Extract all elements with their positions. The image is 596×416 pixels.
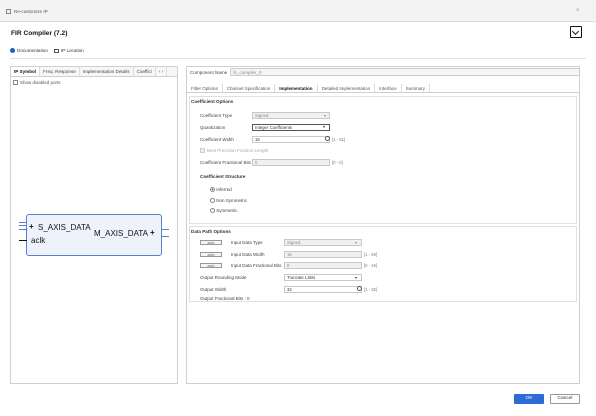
brand-logo bbox=[570, 26, 582, 38]
m-axis-data-port[interactable]: M_AXIS_DATA bbox=[94, 229, 148, 238]
coefficient-width-label: Coefficient Width bbox=[200, 137, 234, 142]
chevron-down-icon: ▾ bbox=[355, 275, 358, 280]
tab-freq-response[interactable]: Freq. Response bbox=[40, 67, 80, 76]
quantization-select[interactable]: Integer Coefficients bbox=[252, 124, 330, 131]
plus-icon: + bbox=[29, 222, 34, 231]
coefficient-type-label: Coefficient Type bbox=[200, 113, 233, 118]
show-disabled-ports-label: Show disabled ports bbox=[20, 80, 61, 85]
output-width-label: Output Width bbox=[200, 287, 227, 292]
input-data-type-label: Input Data Type bbox=[231, 240, 263, 245]
coefficient-fractional-bits-range: [0 - 0] bbox=[332, 160, 343, 165]
structure-option-symmetric[interactable]: Symmetric bbox=[210, 208, 238, 214]
chevron-down-icon: ▾ bbox=[324, 113, 327, 118]
input-data-fractional-bits-input[interactable]: 0 bbox=[284, 262, 362, 269]
bus-icon-out bbox=[162, 229, 169, 237]
s-axis-data-port[interactable]: S_AXIS_DATA bbox=[38, 223, 91, 232]
chevron-down-icon: ▾ bbox=[323, 124, 326, 129]
output-width-range: [1 - 32] bbox=[364, 287, 378, 292]
component-name-label: Component Name bbox=[190, 69, 228, 75]
input-data-width-label: Input Data Width bbox=[231, 252, 265, 257]
coefficient-width-input[interactable]: 16 bbox=[252, 136, 330, 143]
radio-symmetric[interactable] bbox=[210, 208, 215, 214]
window-title: Re-customize IP bbox=[14, 9, 48, 14]
output-fractional-bits-label: Output Fractional Bits : 0 bbox=[200, 296, 250, 301]
info-icon bbox=[10, 48, 15, 53]
tab-channel-specification[interactable]: Channel Specification bbox=[223, 84, 276, 92]
input-data-width-input[interactable]: 16 bbox=[284, 251, 362, 258]
ip-location-link[interactable]: IP Location bbox=[53, 48, 84, 53]
plus-icon-out: + bbox=[150, 228, 155, 237]
output-width-input[interactable]: 32 bbox=[284, 286, 362, 293]
structure-option-inferred[interactable]: Inferred bbox=[210, 187, 232, 193]
tab-scroll-controls[interactable]: ‹ › bbox=[156, 67, 168, 76]
documentation-label: Documentation bbox=[17, 48, 48, 53]
documentation-link[interactable]: Documentation bbox=[10, 48, 48, 53]
tab-interface[interactable]: Interface bbox=[375, 84, 402, 92]
chevron-down-icon: ▾ bbox=[355, 240, 358, 245]
coefficient-type-select[interactable]: Signed bbox=[252, 112, 330, 119]
show-disabled-ports-option[interactable]: Show disabled ports bbox=[13, 80, 175, 85]
component-name-input[interactable]: fir_compiler_0 bbox=[230, 68, 581, 76]
structure-option-label: Symmetric bbox=[216, 208, 238, 213]
window-titlebar bbox=[0, 0, 596, 22]
config-tabs: Filter Options Channel Specification Imp… bbox=[187, 84, 579, 93]
coefficient-structure-title: Coefficient Structure bbox=[200, 174, 246, 179]
tab-summary[interactable]: Summary bbox=[402, 84, 430, 92]
tab-detailed-implementation[interactable]: Detailed Implementation bbox=[318, 84, 376, 92]
input-type-toggle[interactable]: auto bbox=[200, 240, 222, 245]
coefficient-width-range: [1 - 51] bbox=[332, 137, 346, 142]
clk-wire bbox=[19, 240, 27, 241]
data-path-options-title: Data Path Options bbox=[191, 229, 231, 234]
output-rounding-mode-label: Output Rounding Mode bbox=[200, 275, 247, 280]
input-width-toggle[interactable]: auto bbox=[200, 252, 222, 257]
best-precision-checkbox[interactable] bbox=[200, 148, 205, 155]
coefficient-options-title: Coefficient Options bbox=[191, 99, 234, 104]
input-data-width-range: [1 - 49] bbox=[364, 252, 378, 257]
aclk-port[interactable]: aclk bbox=[31, 236, 45, 245]
component-name-row: Component Name fir_compiler_0 bbox=[190, 68, 581, 76]
tab-coefficients[interactable]: Coeffici bbox=[134, 67, 156, 76]
cancel-button[interactable]: Cancel bbox=[550, 394, 580, 404]
app-icon bbox=[6, 9, 11, 14]
bus-lines bbox=[19, 225, 26, 227]
header-links: Documentation IP Location bbox=[10, 48, 84, 53]
folder-icon bbox=[53, 48, 59, 53]
input-frac-toggle[interactable]: auto bbox=[200, 263, 222, 268]
tab-implementation[interactable]: Implementation bbox=[275, 84, 318, 92]
input-data-fractional-bits-label: Input Data Fractional Bits bbox=[231, 263, 282, 268]
structure-option-label: Non Symmetric bbox=[216, 198, 248, 203]
divider bbox=[10, 58, 586, 59]
left-tabs: IP Symbol Freq. Response Implementation … bbox=[11, 67, 177, 77]
input-data-type-select[interactable]: Signed bbox=[284, 239, 362, 246]
tab-filter-options[interactable]: Filter Options bbox=[187, 84, 223, 92]
reset-icon[interactable] bbox=[325, 136, 330, 141]
quantization-label: Quantization bbox=[200, 125, 226, 130]
ok-button[interactable]: OK bbox=[514, 394, 544, 404]
tab-implementation-details[interactable]: Implementation Details bbox=[80, 67, 134, 76]
coefficient-fractional-bits-label: Coefficient Fractional Bits bbox=[200, 160, 251, 165]
coefficient-fractional-bits-input[interactable]: 0 bbox=[252, 159, 330, 166]
output-rounding-mode-select[interactable]: Truncate LSBs bbox=[284, 274, 362, 281]
structure-option-non-symmetric[interactable]: Non Symmetric bbox=[210, 198, 248, 204]
show-disabled-ports-checkbox[interactable] bbox=[13, 80, 18, 85]
radio-non-symmetric[interactable] bbox=[210, 198, 215, 204]
best-precision-label: Best Precision Fraction Length bbox=[207, 148, 269, 153]
close-icon[interactable]: × bbox=[576, 8, 580, 14]
input-data-fractional-bits-range: [0 - 16] bbox=[364, 263, 378, 268]
ip-location-label: IP Location bbox=[60, 48, 84, 53]
page-title: FIR Compiler (7.2) bbox=[11, 30, 68, 37]
tab-ip-symbol[interactable]: IP Symbol bbox=[11, 67, 41, 76]
reset-icon[interactable] bbox=[357, 286, 362, 291]
radio-inferred[interactable] bbox=[210, 187, 215, 193]
structure-option-label: Inferred bbox=[216, 187, 232, 192]
